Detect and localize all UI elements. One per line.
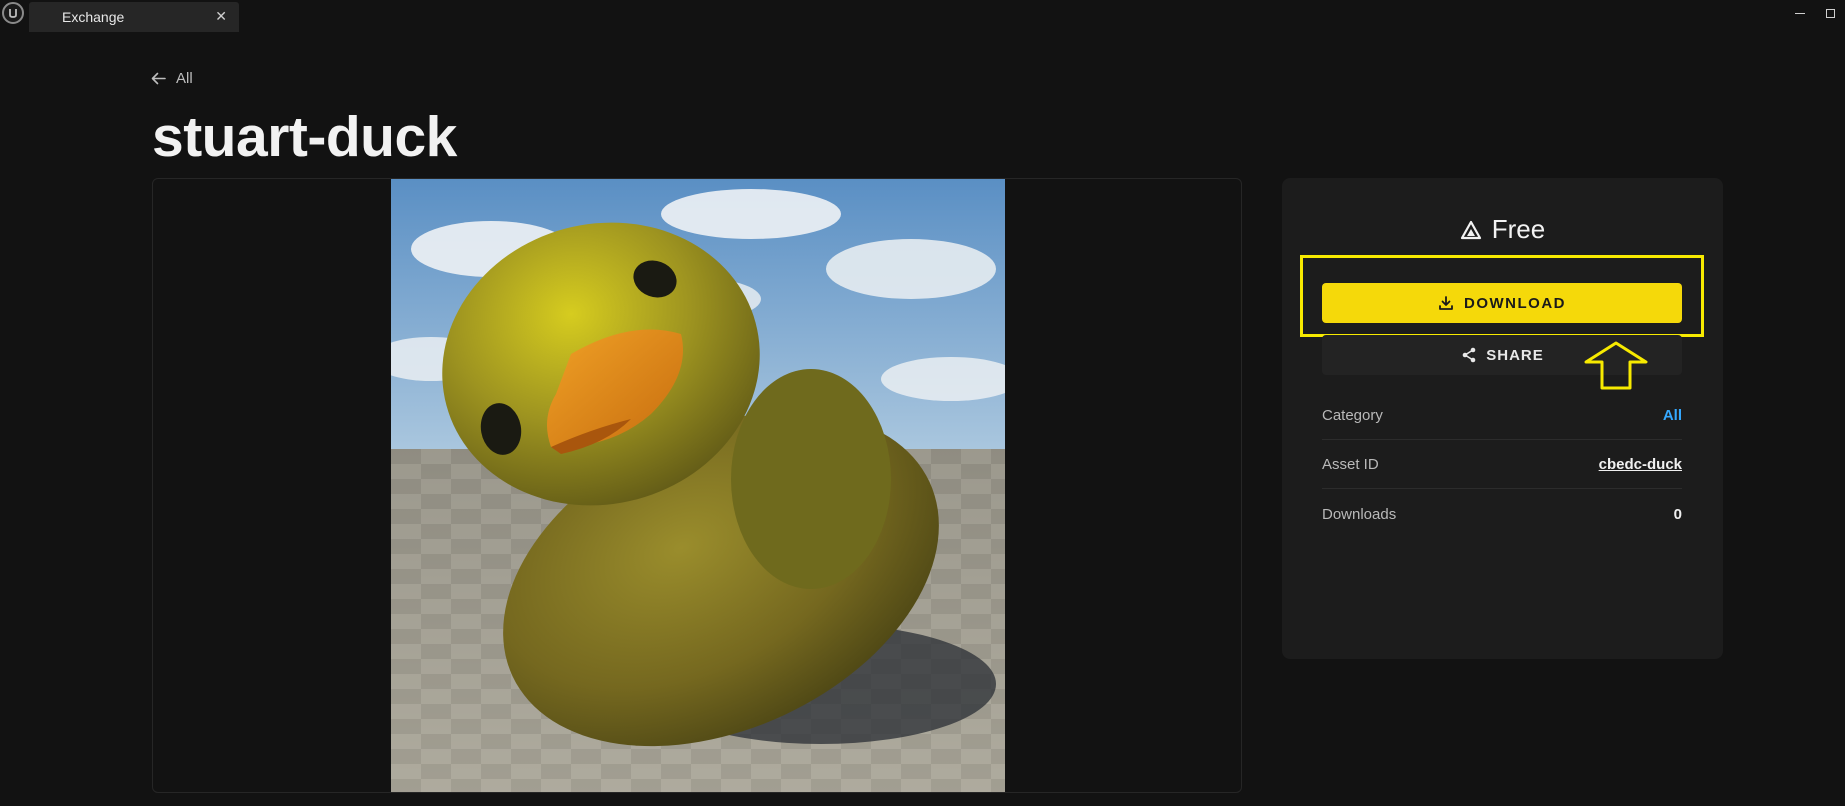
download-button[interactable]: DOWNLOAD xyxy=(1322,283,1682,323)
share-icon xyxy=(1462,347,1476,363)
download-button-label: DOWNLOAD xyxy=(1464,294,1566,312)
back-link[interactable]: All xyxy=(151,70,193,87)
detail-row-downloads: Downloads 0 xyxy=(1322,490,1682,539)
detail-row-asset-id: Asset ID cbedc-duck xyxy=(1322,440,1682,489)
share-button-label: SHARE xyxy=(1486,346,1544,364)
price-label: Free xyxy=(1491,214,1546,244)
minimize-icon xyxy=(1795,12,1805,14)
maximize-icon xyxy=(1825,8,1835,18)
asset-id-link[interactable]: cbedc-duck xyxy=(1599,456,1682,473)
detail-label: Asset ID xyxy=(1322,455,1379,473)
detail-label: Category xyxy=(1322,406,1383,424)
asset-preview-panel xyxy=(152,178,1242,793)
back-link-label: All xyxy=(176,70,193,87)
tab-label: Exchange xyxy=(62,9,125,25)
price-display: Free xyxy=(1282,214,1723,245)
tab-exchange[interactable]: Exchange ✕ xyxy=(29,2,239,32)
window-titlebar: Exchange ✕ xyxy=(0,0,1845,34)
page-title: stuart-duck xyxy=(152,105,457,169)
detail-label: Downloads xyxy=(1322,506,1397,523)
duck-render-image xyxy=(391,179,1005,792)
asset-preview-image[interactable] xyxy=(391,179,1005,792)
arrow-left-icon xyxy=(151,72,166,85)
window-controls xyxy=(1785,0,1845,26)
close-icon[interactable]: ✕ xyxy=(215,8,227,24)
triangle-logo-icon xyxy=(1460,220,1481,239)
detail-row-category: Category All xyxy=(1322,391,1682,440)
arrow-up-annotation-icon xyxy=(1584,341,1648,390)
category-link[interactable]: All xyxy=(1663,407,1682,424)
minimize-button[interactable] xyxy=(1785,0,1815,26)
asset-purchase-panel: Free DOWNLOAD SHARE Category All Asset I… xyxy=(1282,178,1723,659)
maximize-button[interactable] xyxy=(1815,0,1845,26)
download-icon xyxy=(1439,296,1453,310)
unreal-logo-icon[interactable] xyxy=(2,2,24,24)
downloads-count: 0 xyxy=(1673,506,1682,523)
